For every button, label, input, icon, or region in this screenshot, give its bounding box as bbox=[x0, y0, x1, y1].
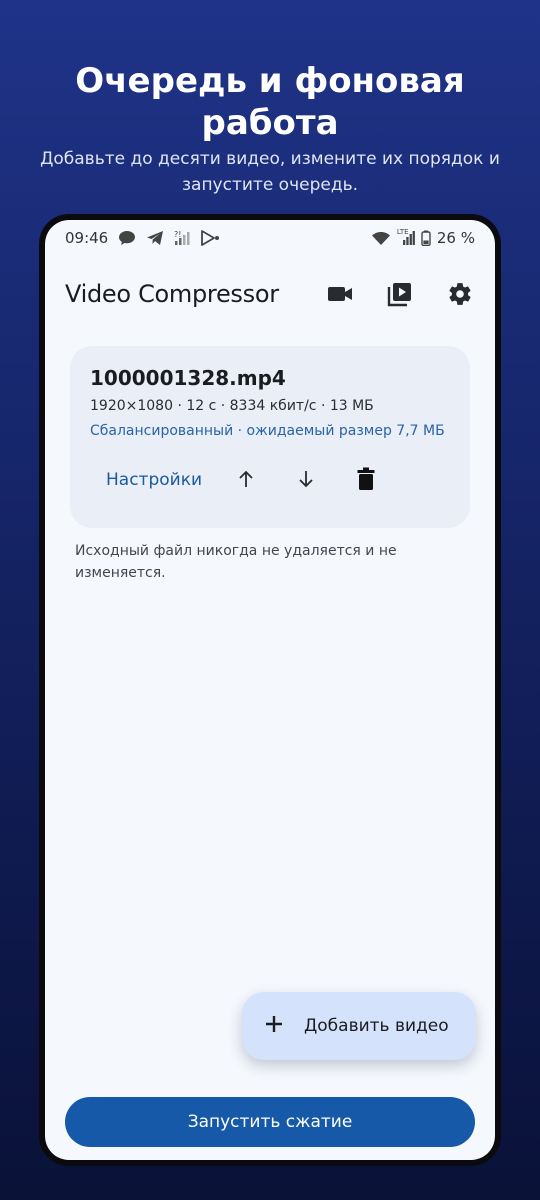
add-video-label: Добавить видео bbox=[304, 1016, 449, 1036]
arrow-down-icon bbox=[298, 470, 314, 491]
note-line-1: Исходный файл никогда не удаляется и не bbox=[75, 543, 397, 559]
move-down-button[interactable] bbox=[288, 462, 324, 498]
battery-icon bbox=[421, 230, 431, 246]
play-store-icon bbox=[200, 230, 220, 246]
wifi-icon bbox=[371, 230, 391, 246]
start-compression-button[interactable]: Запустить сжатие bbox=[65, 1097, 475, 1147]
settings-button[interactable] bbox=[442, 278, 478, 314]
status-bar: 09:46 ?! LTE 26 % bbox=[45, 220, 495, 256]
settings-gear-icon bbox=[447, 281, 473, 312]
source-file-note: Исходный файл никогда не удаляется и не … bbox=[75, 540, 455, 584]
app-screen: 09:46 ?! LTE 26 % Video Compressor 10000… bbox=[45, 220, 495, 1160]
promo-subtitle-line-2: запустите очередь. bbox=[181, 175, 359, 195]
no-signal-icon: ?! bbox=[174, 230, 190, 246]
item-settings-button[interactable]: Настройки bbox=[94, 464, 214, 496]
delete-item-button[interactable] bbox=[348, 462, 384, 498]
video-library-icon bbox=[387, 281, 413, 312]
status-time: 09:46 bbox=[65, 229, 109, 247]
add-video-fab[interactable]: Добавить видео bbox=[242, 992, 476, 1060]
promo-subtitle-line-1: Добавьте до десяти видео, измените их по… bbox=[40, 149, 500, 169]
compression-preset: Сбалансированный · ожидаемый размер 7,7 … bbox=[90, 423, 445, 439]
promo-title: Очередь и фоновая работа bbox=[0, 60, 540, 144]
file-name: 1000001328.mp4 bbox=[90, 366, 286, 390]
queue-item-card: 1000001328.mp4 1920×1080 · 12 с · 8334 к… bbox=[70, 346, 470, 528]
arrow-up-icon bbox=[238, 470, 254, 491]
file-meta: 1920×1080 · 12 с · 8334 кбит/с · 13 МБ bbox=[90, 398, 374, 414]
promo-title-line-1: Очередь и фоновая bbox=[75, 61, 465, 101]
note-line-2: изменяется. bbox=[75, 565, 166, 581]
plus-icon bbox=[264, 1014, 284, 1039]
move-up-button[interactable] bbox=[228, 462, 264, 498]
promo-subtitle: Добавьте до десяти видео, измените их по… bbox=[20, 146, 520, 198]
lte-label: LTE bbox=[396, 228, 409, 236]
videocam-icon bbox=[327, 284, 353, 309]
trash-icon bbox=[357, 467, 375, 494]
chat-bubble-icon bbox=[118, 230, 136, 246]
promo-title-line-2: работа bbox=[201, 103, 339, 143]
pick-video-library-button[interactable] bbox=[382, 278, 418, 314]
lte-signal-icon: LTE bbox=[396, 228, 415, 246]
record-video-button[interactable] bbox=[322, 278, 358, 314]
svg-text:?!: ?! bbox=[174, 230, 181, 239]
app-title: Video Compressor bbox=[65, 280, 279, 308]
battery-level: 26 % bbox=[436, 229, 475, 247]
telegram-icon bbox=[146, 230, 164, 246]
